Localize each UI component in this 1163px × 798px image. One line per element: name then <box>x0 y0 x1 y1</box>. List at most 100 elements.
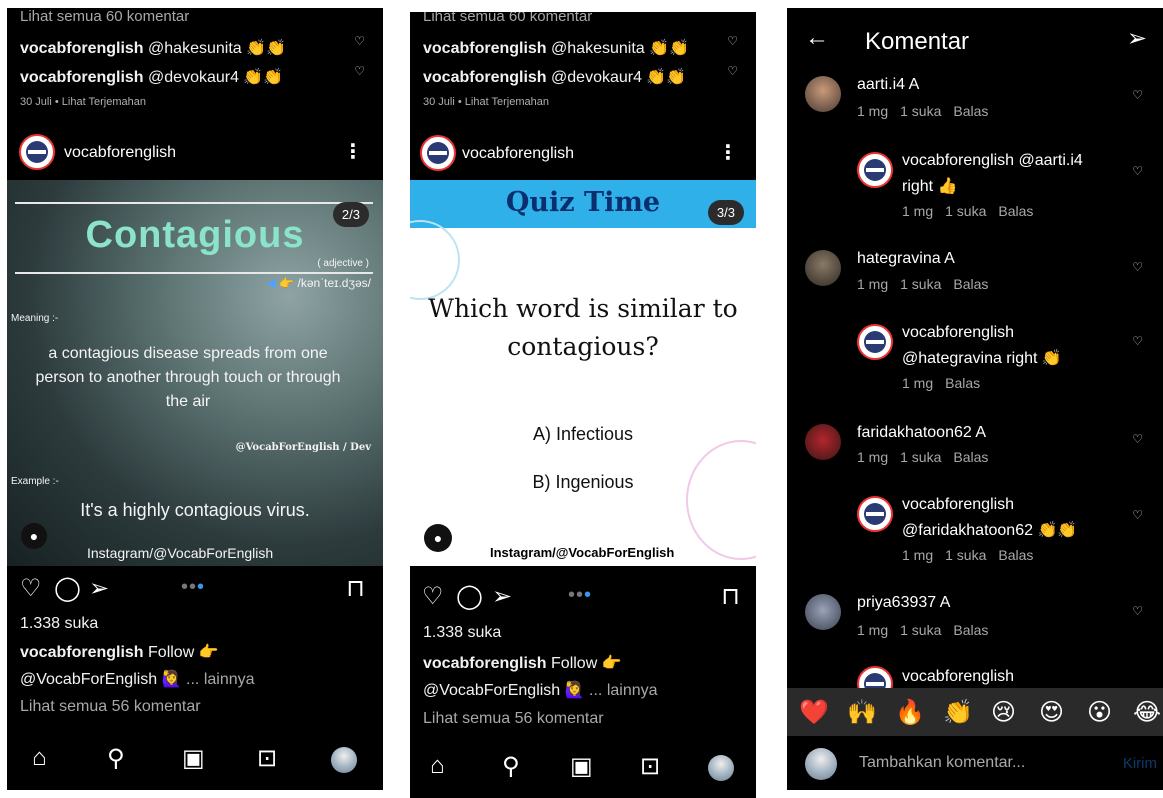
reels-icon[interactable]: ▣ <box>182 744 205 773</box>
comment-likes[interactable]: 1 suka <box>900 103 941 119</box>
reply-name[interactable]: vocabforenglish <box>902 668 1014 686</box>
reply-link[interactable]: Balas <box>953 103 988 119</box>
heart-icon[interactable]: ♡ <box>354 64 365 78</box>
heart-icon[interactable]: ♡ <box>1132 164 1143 178</box>
post-image[interactable]: 2/3 Contagious ( adjective ) ◀ 👉 /kənˈte… <box>7 180 383 566</box>
comment-likes[interactable]: 1 suka <box>945 203 986 219</box>
heart-icon[interactable]: ♡ <box>1132 260 1143 274</box>
heart-icon[interactable]: ♡ <box>1132 334 1143 348</box>
caption-user[interactable]: vocabforenglish <box>20 644 144 661</box>
profile-avatar[interactable] <box>708 755 734 781</box>
reply-link[interactable]: Balas <box>998 203 1033 219</box>
user-tag-icon[interactable]: ● <box>424 524 452 552</box>
heart-icon[interactable]: ♡ <box>1132 604 1143 618</box>
heart-icon[interactable]: ♡ <box>1132 508 1143 522</box>
emoji-laughing[interactable]: 😂 <box>1133 698 1161 727</box>
reply-avatar[interactable] <box>857 324 893 360</box>
commenter-name[interactable]: aarti.i4 A <box>857 76 919 94</box>
commenter-avatar[interactable] <box>805 424 841 460</box>
shop-icon[interactable]: ⊡ <box>257 744 277 773</box>
send-icon[interactable]: ➢ <box>1127 24 1147 53</box>
reply-name[interactable]: vocabforenglish @aarti.i4 <box>902 152 1083 170</box>
emoji-surprised[interactable]: 😮 <box>1087 698 1112 727</box>
view-comments-link[interactable]: Lihat semua 60 komentar <box>20 8 189 25</box>
comment-icon[interactable]: ◯ <box>54 574 81 603</box>
home-icon[interactable]: ⌂ <box>430 752 445 780</box>
home-icon[interactable]: ⌂ <box>32 744 47 772</box>
more-options-icon[interactable]: ⋮ <box>718 140 738 165</box>
like-icon[interactable]: ♡ <box>20 574 42 603</box>
comment-user[interactable]: vocabforenglish <box>423 40 547 57</box>
more-options-icon[interactable]: ⋮ <box>343 139 363 164</box>
reply-avatar[interactable] <box>857 152 893 188</box>
reply-link[interactable]: Balas <box>953 622 988 638</box>
commenter-avatar[interactable] <box>805 250 841 286</box>
heart-icon[interactable]: ♡ <box>727 34 738 48</box>
commenter-avatar[interactable] <box>805 594 841 630</box>
commenter-name[interactable]: faridakhatoon62 A <box>857 424 986 442</box>
search-icon[interactable]: ⚲ <box>502 752 520 781</box>
comment-likes[interactable]: 1 suka <box>945 547 986 563</box>
reply-avatar[interactable] <box>857 496 893 532</box>
reply-name[interactable]: vocabforenglish <box>902 324 1014 342</box>
emoji-raised-hands[interactable]: 🙌 <box>847 698 877 727</box>
save-icon[interactable]: ⊓ <box>346 574 365 603</box>
caption-mention[interactable]: @VocabForEnglish 🙋‍♀️ <box>423 682 585 699</box>
caption-mention[interactable]: @VocabForEnglish 🙋‍♀️ <box>20 671 182 688</box>
comment-likes[interactable]: 1 suka <box>900 622 941 638</box>
caption-user[interactable]: vocabforenglish <box>423 655 547 672</box>
comment-user[interactable]: vocabforenglish <box>20 40 144 57</box>
view-all-comments[interactable]: Lihat semua 56 komentar <box>20 698 201 716</box>
user-tag-icon[interactable]: ● <box>21 523 47 549</box>
author-avatar[interactable] <box>19 134 55 170</box>
shop-icon[interactable]: ⊡ <box>640 752 660 781</box>
comment-user[interactable]: vocabforenglish <box>20 69 144 86</box>
view-all-comments[interactable]: Lihat semua 56 komentar <box>423 710 604 728</box>
comment-likes[interactable]: 1 suka <box>900 449 941 465</box>
reply-name[interactable]: vocabforenglish <box>902 496 1014 514</box>
heart-icon[interactable]: ♡ <box>1132 88 1143 102</box>
send-button[interactable]: Kirim <box>1123 755 1157 772</box>
comment-likes[interactable]: 1 suka <box>900 276 941 292</box>
comment-input[interactable] <box>859 749 1099 777</box>
reply-link[interactable]: Balas <box>998 547 1033 563</box>
reels-icon[interactable]: ▣ <box>570 752 593 781</box>
reply-link[interactable]: Balas <box>945 375 980 391</box>
comment-user[interactable]: vocabforenglish <box>423 69 547 86</box>
emoji-heart[interactable]: ❤️ <box>799 698 829 727</box>
heart-icon[interactable]: ♡ <box>354 34 365 48</box>
share-icon[interactable]: ➢ <box>492 582 512 611</box>
profile-avatar[interactable] <box>331 747 357 773</box>
more-link[interactable]: ... lainnya <box>186 671 254 688</box>
part-of-speech: ( adjective ) <box>317 258 369 269</box>
likes-count[interactable]: 1.338 suka <box>20 615 98 633</box>
translate-link[interactable]: Lihat Terjemahan <box>465 96 549 108</box>
likes-count[interactable]: 1.338 suka <box>423 624 501 642</box>
post-author[interactable]: vocabforenglish <box>462 145 574 163</box>
post-author[interactable]: vocabforenglish <box>64 144 176 162</box>
caption-text: Follow 👉 <box>546 655 622 672</box>
speaker-icon[interactable]: ◀ <box>267 276 276 290</box>
emoji-crying[interactable]: 😢 <box>991 698 1016 727</box>
reply-link[interactable]: Balas <box>953 276 988 292</box>
more-link[interactable]: ... lainnya <box>589 682 657 699</box>
author-avatar[interactable] <box>420 135 456 171</box>
heart-icon[interactable]: ♡ <box>727 64 738 78</box>
comment-icon[interactable]: ◯ <box>456 582 483 611</box>
save-icon[interactable]: ⊓ <box>721 582 740 611</box>
emoji-heart-eyes[interactable]: 😍 <box>1039 698 1064 727</box>
reply-link[interactable]: Balas <box>953 449 988 465</box>
emoji-clap[interactable]: 👏 <box>943 698 973 727</box>
view-comments-link[interactable]: Lihat semua 60 komentar <box>423 12 592 25</box>
emoji-fire[interactable]: 🔥 <box>895 698 925 727</box>
commenter-name[interactable]: hategravina A <box>857 250 955 268</box>
like-icon[interactable]: ♡ <box>422 582 444 611</box>
post-image[interactable]: Quiz Time 3/3 Which word is similar to c… <box>410 180 756 566</box>
commenter-name[interactable]: priya63937 A <box>857 594 950 612</box>
commenter-avatar[interactable] <box>805 76 841 112</box>
back-arrow-icon[interactable]: ← <box>805 24 829 52</box>
share-icon[interactable]: ➢ <box>89 574 109 603</box>
translate-link[interactable]: Lihat Terjemahan <box>62 96 146 108</box>
search-icon[interactable]: ⚲ <box>107 744 125 773</box>
heart-icon[interactable]: ♡ <box>1132 432 1143 446</box>
